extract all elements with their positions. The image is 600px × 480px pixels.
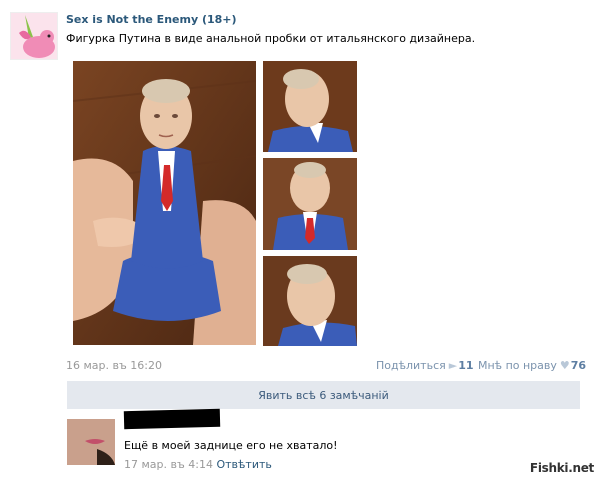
megaphone-icon: ► [448, 359, 458, 372]
comment-meta: 17 мар. въ 4:14 Отвѣтить [124, 458, 272, 471]
like-label: Мнѣ по нраву [478, 359, 557, 372]
share-label: Подѣлиться [376, 359, 446, 372]
share-button[interactable]: Подѣлиться ►11 [376, 359, 474, 372]
like-button[interactable]: Мнѣ по нраву ♥76 [478, 359, 586, 372]
post-photo-side-3[interactable] [263, 256, 357, 346]
heart-icon: ♥ [559, 359, 570, 372]
group-name-link[interactable]: Sex is Not the Enemy (18+) [66, 13, 237, 26]
post-date[interactable]: 16 мар. въ 16:20 [66, 359, 162, 372]
reply-link[interactable]: Отвѣтить [216, 458, 271, 471]
comment-text: Ещё в моей заднице его не хватало! [124, 439, 338, 452]
comment-avatar[interactable] [67, 419, 115, 465]
group-avatar[interactable] [10, 12, 58, 60]
show-all-comments-label: Явить всѣ 6 замѣчаній [258, 388, 389, 402]
like-count: 76 [570, 359, 587, 372]
comment-date[interactable]: 17 мар. въ 4:14 [124, 458, 213, 471]
comment-author-redacted [123, 408, 221, 430]
show-all-comments-button[interactable]: Явить всѣ 6 замѣчаній [67, 381, 580, 409]
post-photo-side-1[interactable] [263, 61, 357, 152]
post-text: Фигурка Путина в виде анальной пробки от… [66, 32, 476, 45]
share-count: 11 [458, 359, 474, 372]
watermark: Fishki.net [529, 461, 594, 475]
post-photo-main[interactable] [73, 61, 256, 345]
post-photo-side-2[interactable] [263, 158, 357, 250]
